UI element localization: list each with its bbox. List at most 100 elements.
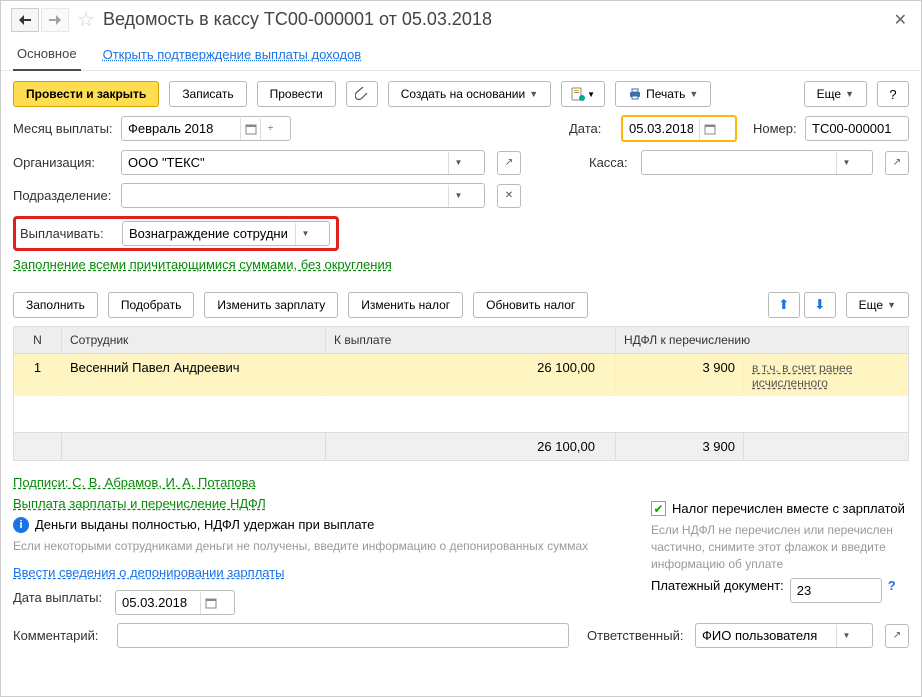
info-icon: i	[13, 517, 29, 533]
dep-dropdown-button[interactable]: ▼	[448, 185, 468, 207]
total-ndfl: 3 900	[616, 433, 744, 460]
attach-button[interactable]	[346, 81, 378, 107]
table-more-button[interactable]: Еще ▼	[846, 292, 909, 318]
open-icon: ↗	[893, 630, 901, 641]
number-label: Номер:	[753, 121, 797, 136]
comment-input[interactable]	[118, 624, 568, 647]
cell-n: 1	[14, 354, 62, 396]
signatures-link[interactable]: Подписи: С. В. Абрамов, И. А. Потапова	[13, 475, 256, 490]
number-input[interactable]	[806, 117, 898, 140]
month-dropdown-button[interactable]: ÷	[260, 118, 280, 140]
fill-all-sums-link[interactable]: Заполнение всеми причитающимися суммами,…	[13, 257, 392, 272]
org-open-button[interactable]: ↗	[497, 151, 521, 175]
calendar-icon	[704, 123, 716, 135]
chevron-down-icon: ▼	[455, 191, 463, 200]
favorite-star-icon[interactable]: ☆	[77, 7, 95, 32]
nav-back-button[interactable]	[11, 8, 39, 32]
payout-input[interactable]	[123, 222, 295, 245]
payout-label: Выплачивать:	[20, 226, 114, 241]
cash-label: Касса:	[589, 155, 633, 170]
th-ndfl[interactable]: НДФЛ к перечислению	[616, 327, 908, 353]
select-employee-button[interactable]: Подобрать	[108, 292, 194, 318]
table-row[interactable]: 1 Весенний Павел Андреевич 26 100,00 3 9…	[14, 354, 908, 396]
payout-dropdown-button[interactable]: ▼	[295, 223, 315, 245]
dep-label: Подразделение:	[13, 188, 113, 203]
chevron-down-icon: ▼	[843, 631, 851, 640]
chevron-down-icon: ▼	[845, 89, 854, 99]
date-calendar-button[interactable]	[699, 118, 719, 140]
th-number[interactable]: N	[14, 327, 62, 353]
cell-employee: Весенний Павел Андреевич	[62, 354, 326, 396]
chevron-down-icon: ▼	[455, 158, 463, 167]
th-employee[interactable]: Сотрудник	[62, 327, 326, 353]
th-pay[interactable]: К выплате	[326, 327, 616, 353]
nav-forward-button[interactable]	[41, 8, 69, 32]
chevron-down-icon: ▼	[843, 158, 851, 167]
month-label: Месяц выплаты:	[13, 121, 113, 136]
tab-open-confirmation[interactable]: Открыть подтверждение выплаты доходов	[99, 41, 366, 70]
page-title: Ведомость в кассу ТС00-000001 от 05.03.2…	[103, 9, 882, 30]
help-button[interactable]: ?	[877, 81, 909, 107]
cell-ndfl: 3 900	[616, 354, 744, 396]
update-tax-button[interactable]: Обновить налог	[473, 292, 588, 318]
arrow-down-icon: ⬇	[814, 297, 825, 313]
responsible-input[interactable]	[696, 624, 836, 647]
cell-pay: 26 100,00	[326, 354, 616, 396]
paydoc-help[interactable]: ?	[888, 578, 896, 593]
cash-dropdown-button[interactable]: ▼	[836, 152, 856, 174]
report-dropdown-button[interactable]: ▼	[561, 81, 605, 107]
responsible-dropdown-button[interactable]: ▼	[836, 625, 856, 647]
salary-ndfl-link[interactable]: Выплата зарплаты и перечисление НДФЛ	[13, 496, 266, 511]
more-button[interactable]: Еще ▼	[804, 81, 867, 107]
info-money-issued: Деньги выданы полностью, НДФЛ удержан пр…	[35, 517, 374, 532]
date-input[interactable]	[623, 117, 699, 140]
responsible-open-button[interactable]: ↗	[885, 624, 909, 648]
window-close-button[interactable]: ✕	[890, 10, 911, 30]
edit-salary-button[interactable]: Изменить зарплату	[204, 292, 338, 318]
printer-icon	[628, 88, 642, 100]
dep-input[interactable]	[122, 184, 448, 207]
org-input[interactable]	[122, 151, 448, 174]
pay-date-calendar-button[interactable]	[200, 592, 220, 614]
post-and-close-button[interactable]: Провести и закрыть	[13, 81, 159, 107]
chevron-down-icon: ▼	[689, 89, 698, 99]
month-calendar-button[interactable]	[240, 118, 260, 140]
dep-clear-button[interactable]: ✕	[497, 184, 521, 208]
highlight-payout-field: Выплачивать: ▼	[13, 216, 339, 251]
hint-deposit: Если некоторыми сотрудниками деньги не п…	[13, 539, 588, 553]
create-based-on-button[interactable]: Создать на основании ▼	[388, 81, 551, 107]
pay-date-input[interactable]	[116, 591, 200, 614]
cell-extra: в т.ч. в счет ранее исчисленного	[744, 354, 908, 396]
save-button[interactable]: Записать	[169, 81, 246, 107]
post-button[interactable]: Провести	[257, 81, 336, 107]
month-input[interactable]	[122, 117, 240, 140]
arrow-right-icon	[49, 15, 61, 25]
print-button[interactable]: Печать ▼	[615, 81, 711, 107]
move-up-button[interactable]: ⬆	[768, 292, 800, 318]
comment-label: Комментарий:	[13, 628, 109, 643]
responsible-label: Ответственный:	[587, 628, 687, 643]
close-icon: ✕	[505, 190, 513, 201]
open-icon: ↗	[505, 157, 513, 168]
tab-main[interactable]: Основное	[13, 40, 81, 71]
deposit-info-link[interactable]: Ввести сведения о депонировании зарплаты	[13, 565, 285, 580]
arrow-up-icon: ⬆	[778, 297, 789, 313]
tax-with-salary-label: Налог перечислен вместе с зарплатой	[672, 501, 905, 516]
paydoc-input[interactable]	[791, 579, 871, 602]
date-label: Дата:	[569, 121, 613, 136]
paydoc-label: Платежный документ:	[651, 578, 784, 593]
move-down-button[interactable]: ⬇	[804, 292, 836, 318]
tax-with-salary-checkbox[interactable]: ✔	[651, 501, 666, 516]
cash-open-button[interactable]: ↗	[885, 151, 909, 175]
calendar-icon	[205, 597, 217, 609]
pay-date-label: Дата выплаты:	[13, 590, 109, 605]
calendar-icon	[245, 123, 257, 135]
org-label: Организация:	[13, 155, 113, 170]
fill-button[interactable]: Заполнить	[13, 292, 98, 318]
document-icon	[571, 87, 585, 101]
org-dropdown-button[interactable]: ▼	[448, 152, 468, 174]
edit-tax-button[interactable]: Изменить налог	[348, 292, 463, 318]
cash-input[interactable]	[642, 151, 836, 174]
chevron-down-icon: ▼	[529, 89, 538, 99]
extra-link[interactable]: в т.ч. в счет ранее исчисленного	[752, 361, 852, 390]
